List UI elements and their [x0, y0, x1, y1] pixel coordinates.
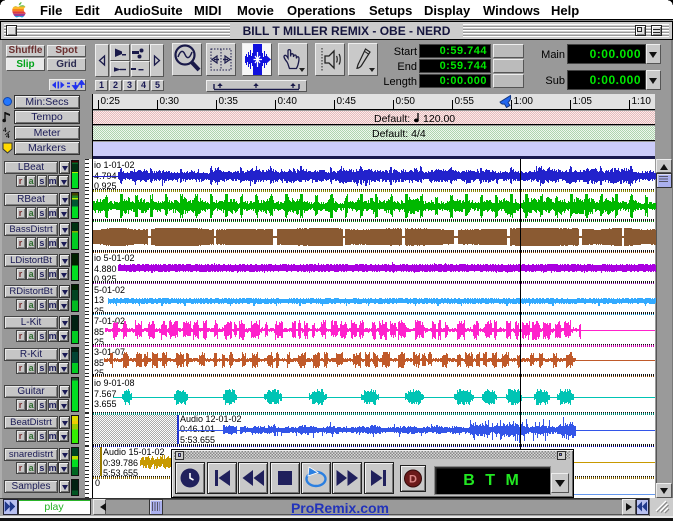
svg-text:D: D [409, 473, 417, 485]
